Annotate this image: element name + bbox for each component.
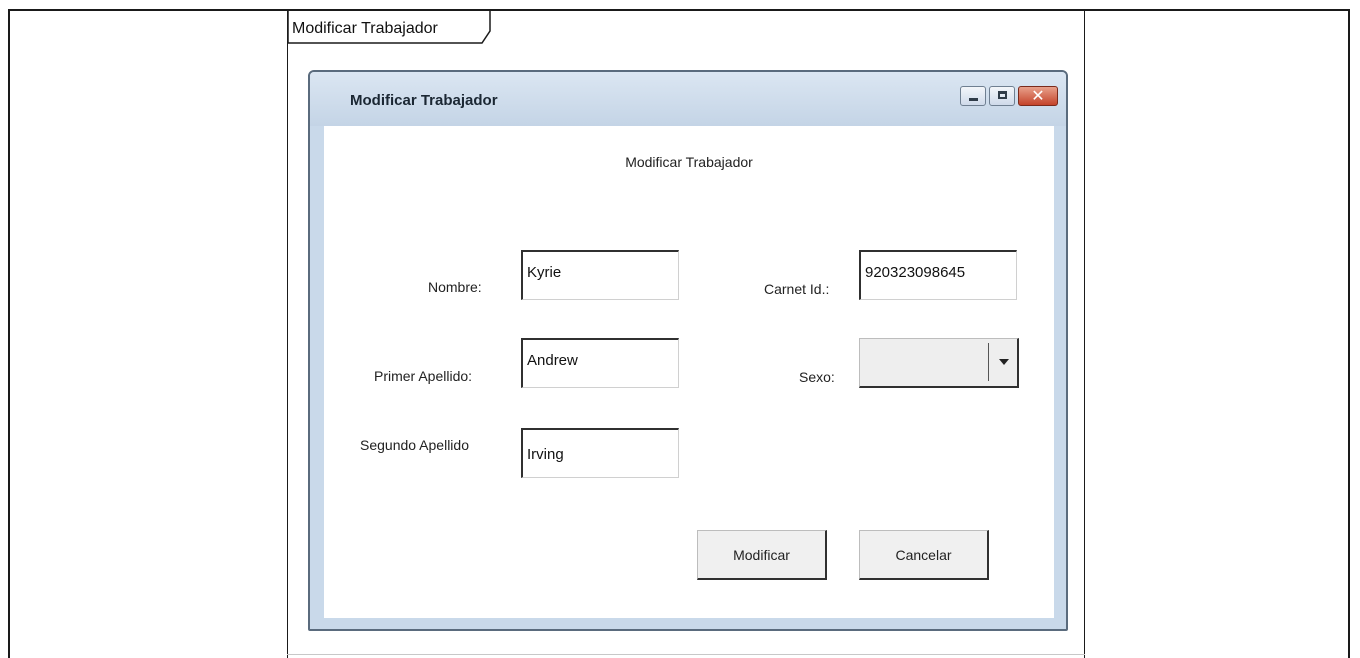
frame-left-border [8,9,10,658]
close-icon: ✕ [1031,86,1045,105]
frame-column-left-border [287,9,288,658]
frame-right-border [1348,9,1350,658]
cancelar-button[interactable]: Cancelar [859,530,989,580]
maximize-button[interactable] [989,86,1015,106]
segundo-apellido-field[interactable]: Irving [521,428,679,478]
carnet-id-label: Carnet Id.: [764,281,830,297]
frame-column-right-border [1084,9,1085,658]
tab-label[interactable]: Modificar Trabajador [292,20,438,38]
segundo-apellido-label: Segundo Apellido [360,437,469,453]
primer-apellido-field[interactable]: Andrew [521,338,679,388]
primer-apellido-label: Primer Apellido: [374,368,473,384]
nombre-field[interactable]: Kyrie [521,250,679,300]
close-button[interactable]: ✕ [1018,86,1058,106]
sexo-label: Sexo: [799,369,835,385]
dialog-window: Modificar Trabajador ✕ Modificar Trabaja… [308,70,1068,631]
minimize-button[interactable] [960,86,986,106]
minimize-icon [969,98,978,101]
select-divider [988,343,989,381]
frame-top-border [8,9,1350,11]
form-heading: Modificar Trabajador [625,154,753,170]
sexo-select[interactable] [859,338,1019,388]
window-controls: ✕ [960,86,1058,106]
chevron-down-icon[interactable] [999,359,1009,365]
nombre-label: Nombre: [428,279,482,295]
frame-column-bottom-border [287,654,1085,655]
carnet-id-field[interactable]: 920323098645 [859,250,1017,300]
title-bar[interactable]: Modificar Trabajador ✕ [310,72,1066,126]
maximize-icon [998,91,1007,99]
dialog-client-area: Modificar Trabajador Nombre: Kyrie Prime… [324,126,1054,618]
modificar-button[interactable]: Modificar [697,530,827,580]
window-title: Modificar Trabajador [350,92,498,109]
